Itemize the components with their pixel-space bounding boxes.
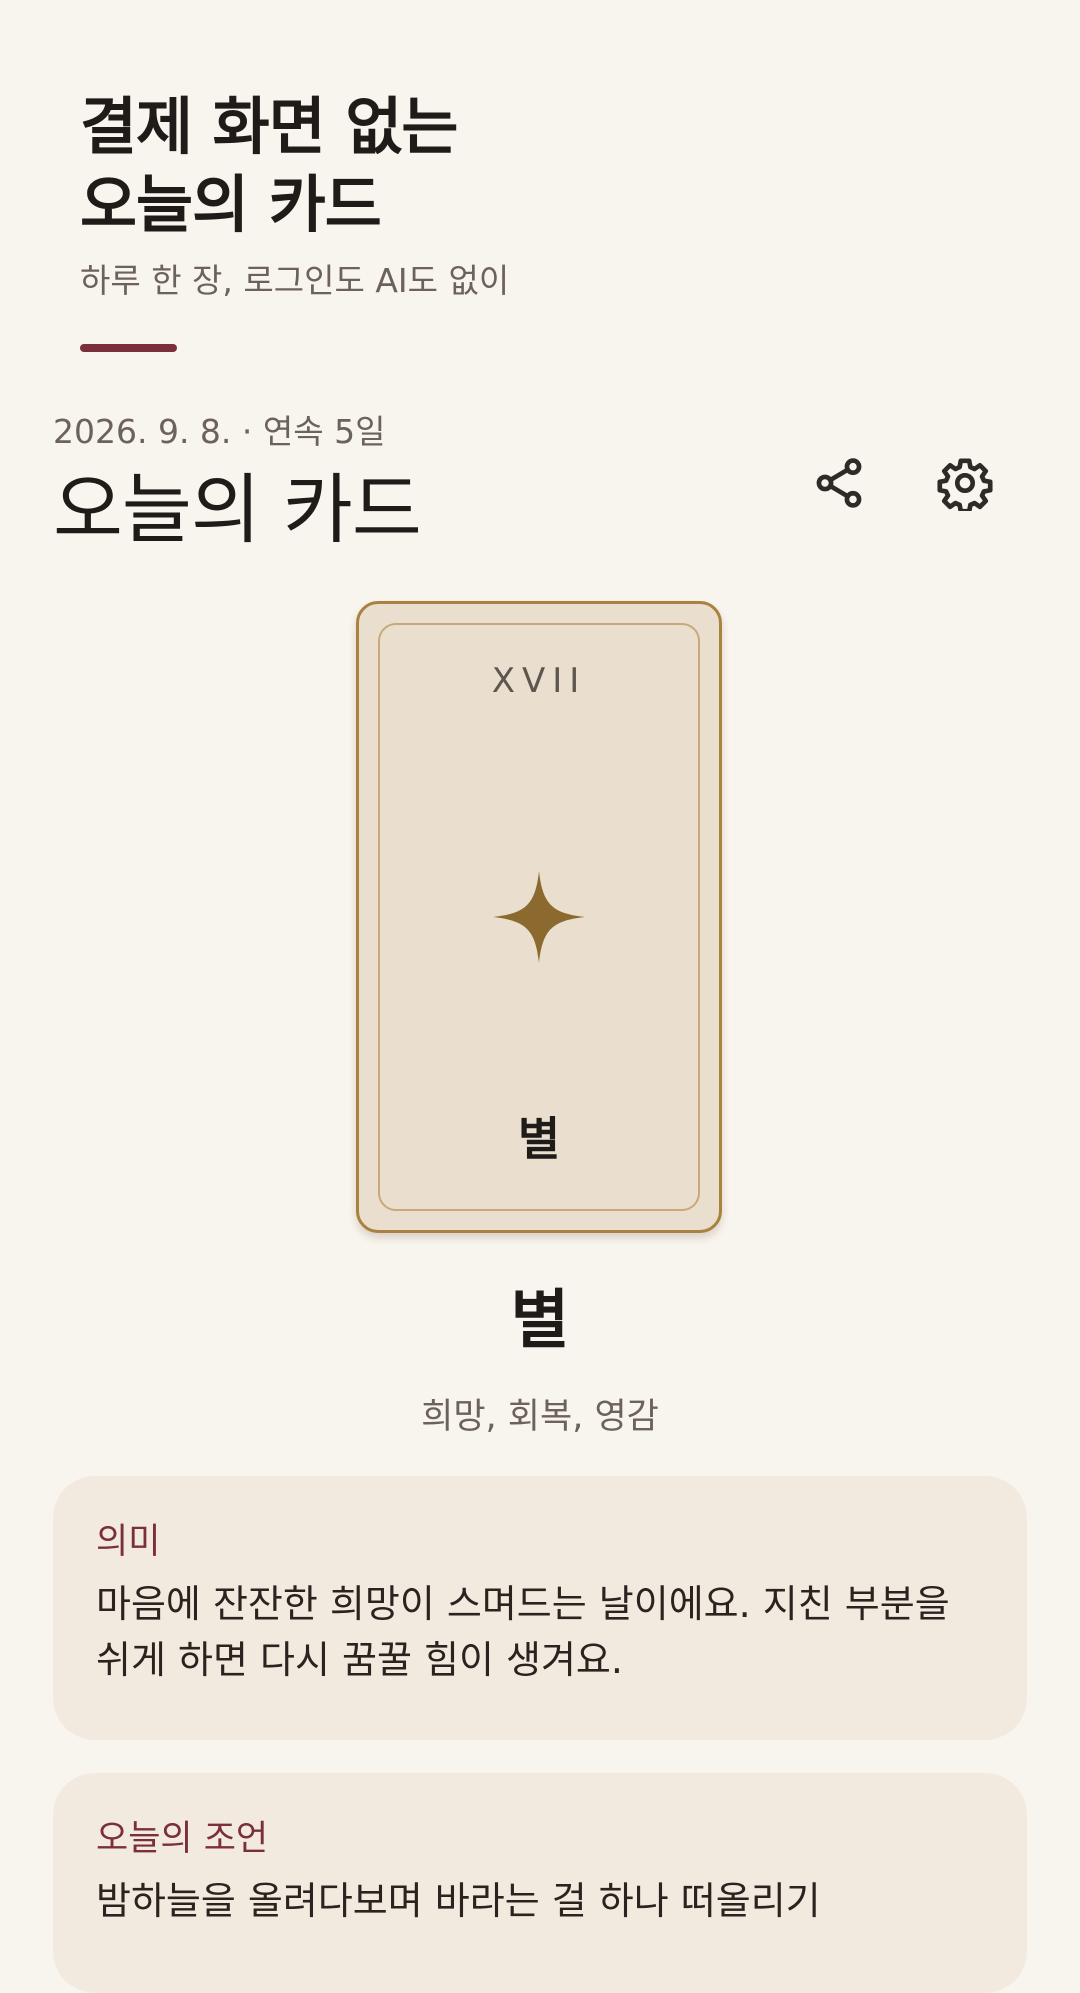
tarot-card-frame: XVII 별 — [378, 623, 700, 1211]
share-icon — [816, 458, 862, 508]
gear-icon — [937, 458, 993, 511]
page-title: 오늘의 카드 — [53, 465, 422, 554]
meaning-panel: 의미 마음에 잔잔한 희망이 스며드는 날이에요. 지친 부분을 쉬게 하면 다… — [53, 1476, 1027, 1740]
four-point-star-icon — [493, 871, 585, 963]
hero-section: 결제 화면 없는 오늘의 카드 하루 한 장, 로그인도 AI도 없이 — [80, 88, 1000, 306]
tarot-card[interactable]: XVII 별 — [356, 601, 722, 1233]
card-name: 별 — [517, 1112, 561, 1166]
card-numeral: XVII — [491, 661, 587, 701]
hero-subtitle: 하루 한 장, 로그인도 AI도 없이 — [80, 261, 510, 300]
advice-label: 오늘의 조언 — [96, 1819, 269, 1859]
meaning-text: 마음에 잔잔한 희망이 스며드는 날이에요. 지친 부분을 쉬게 하면 다시 꿈… — [96, 1582, 950, 1682]
date-streak-text: 2026. 9. 8. · 연속 5일 — [53, 412, 386, 451]
meaning-label: 의미 — [96, 1522, 161, 1562]
hero-accent-divider — [80, 344, 177, 352]
share-button[interactable] — [791, 435, 887, 531]
advice-panel: 오늘의 조언 밤하늘을 올려다보며 바라는 걸 하나 떠올리기 — [53, 1773, 1027, 1993]
advice-text: 밤하늘을 올려다보며 바라는 걸 하나 떠올리기 — [96, 1879, 821, 1923]
settings-button[interactable] — [917, 435, 1013, 531]
hero-title: 결제 화면 없는 오늘의 카드 — [80, 90, 458, 241]
card-keywords: 희망, 회복, 영감 — [421, 1397, 659, 1437]
result-card-title: 별 — [510, 1284, 570, 1358]
